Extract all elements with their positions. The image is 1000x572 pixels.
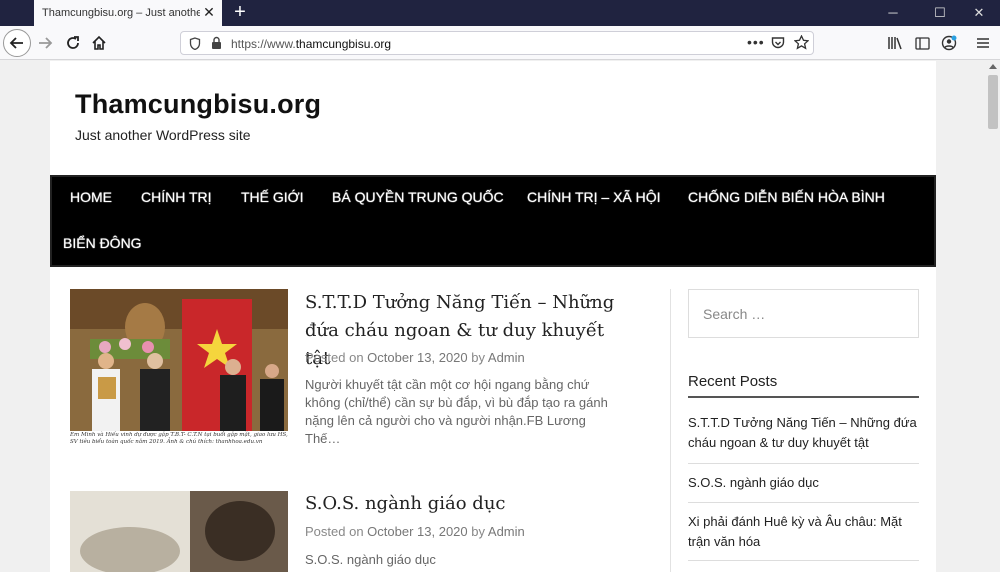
pocket-icon[interactable]: [771, 36, 785, 55]
url-host: thamcungbisu.org: [295, 37, 392, 51]
page-scrollbar[interactable]: [986, 61, 1000, 572]
site-description: Just another WordPress site: [75, 127, 251, 143]
menu-icon[interactable]: [972, 32, 994, 54]
home-icon[interactable]: [88, 32, 110, 54]
tab-active[interactable]: Thamcungbisu.org – Just another WordPres…: [34, 0, 222, 26]
shield-icon[interactable]: [189, 37, 201, 55]
menu-item-chong-dien-bien-hoa-binh[interactable]: CHỐNG DIỄN BIẾN HÒA BÌNH: [688, 189, 885, 205]
post-date[interactable]: October 13, 2020: [367, 350, 467, 365]
nav-toolbar: https://www.thamcungbisu.org •••: [0, 26, 1000, 60]
lock-icon[interactable]: [211, 36, 222, 55]
back-button[interactable]: [3, 29, 31, 57]
close-icon[interactable]: ✕: [956, 0, 1000, 26]
post-author[interactable]: Admin: [488, 524, 525, 539]
recent-post-link[interactable]: S.O.S. ngành giáo dục: [688, 473, 919, 493]
menu-item-chinh-tri-xa-hoi[interactable]: CHÍNH TRỊ – XÃ HỘI: [527, 189, 661, 205]
post-date[interactable]: October 13, 2020: [367, 524, 467, 539]
post-meta-prefix: Posted on: [305, 350, 364, 365]
scrollbar-thumb[interactable]: [988, 75, 998, 129]
back-arrow-icon: [9, 37, 23, 49]
scroll-up-arrow-icon[interactable]: [989, 64, 997, 69]
site-title[interactable]: Thamcungbisu.org: [75, 89, 321, 120]
recent-post-link[interactable]: Xi phải đánh Huê kỳ và Âu châu: Mặt trận…: [688, 512, 919, 552]
post-thumbnail[interactable]: Em Minh và Hiếu vinh dự được gặp T.B.T- …: [70, 289, 288, 459]
url-text[interactable]: https://www.thamcungbisu.org: [231, 37, 391, 51]
recent-post-link[interactable]: S.T.T.D Tưởng Năng Tiến – Những đứa cháu…: [688, 413, 919, 453]
post-title[interactable]: S.O.S. ngành giáo dục: [305, 490, 625, 518]
library-icon[interactable]: [884, 32, 906, 54]
account-icon[interactable]: [938, 32, 960, 54]
menu-item-chinh-tri[interactable]: CHÍNH TRỊ: [141, 189, 212, 205]
main-navigation: HOME CHÍNH TRỊ THẾ GIỚI BÁ QUYỀN TRUNG Q…: [50, 175, 936, 267]
sidebar-toggle-icon[interactable]: [911, 32, 933, 54]
site-container: Thamcungbisu.org Just another WordPress …: [50, 61, 936, 572]
tab-title: Thamcungbisu.org – Just another WordPres…: [42, 7, 200, 19]
menu-item-bien-dong[interactable]: BIỂN ĐÔNG: [63, 235, 142, 251]
search-placeholder: Search …: [703, 306, 766, 322]
minimize-icon[interactable]: ─: [870, 0, 916, 26]
recent-posts-title: Recent Posts: [688, 373, 778, 390]
menu-item-the-gioi[interactable]: THẾ GIỚI: [241, 189, 304, 205]
image-caption: Em Minh và Hiếu vinh dự được gặp T.B.T- …: [70, 432, 288, 445]
post-excerpt: S.O.S. ngành giáo dục: [305, 552, 436, 567]
tab-bar: Thamcungbisu.org – Just another WordPres…: [0, 0, 1000, 26]
menu-item-home[interactable]: HOME: [70, 189, 112, 205]
page-viewport: Thamcungbisu.org Just another WordPress …: [0, 61, 1000, 572]
address-bar[interactable]: https://www.thamcungbisu.org •••: [180, 31, 814, 55]
url-scheme: https://www.: [231, 37, 296, 51]
post-author[interactable]: Admin: [488, 350, 525, 365]
post-meta-by: by: [471, 350, 485, 365]
tab-close-icon[interactable]: ✕: [202, 5, 216, 19]
post-photo-image: [70, 491, 288, 572]
recent-divider: [688, 560, 919, 561]
post-meta: Posted on October 13, 2020 by Admin: [305, 524, 525, 539]
page-actions-icon[interactable]: •••: [747, 34, 765, 50]
menu-item-ba-quyen-trung-quoc[interactable]: BÁ QUYỀN TRUNG QUỐC: [332, 189, 504, 205]
forward-icon[interactable]: [34, 32, 56, 54]
bookmark-star-icon[interactable]: [793, 34, 810, 55]
post-meta-by: by: [471, 524, 485, 539]
post-thumbnail[interactable]: [70, 491, 288, 572]
post-meta-prefix: Posted on: [305, 524, 364, 539]
search-input[interactable]: Search …: [688, 289, 919, 338]
content-divider: [670, 289, 671, 572]
widget-title-rule: [688, 396, 919, 398]
reload-icon[interactable]: [62, 32, 84, 54]
recent-divider: [688, 463, 919, 464]
post-meta: Posted on October 13, 2020 by Admin: [305, 350, 525, 365]
post-excerpt: Người khuyết tật cần một cơ hội ngang bằ…: [305, 377, 608, 446]
recent-divider: [688, 502, 919, 503]
new-tab-icon[interactable]: +: [230, 2, 250, 22]
